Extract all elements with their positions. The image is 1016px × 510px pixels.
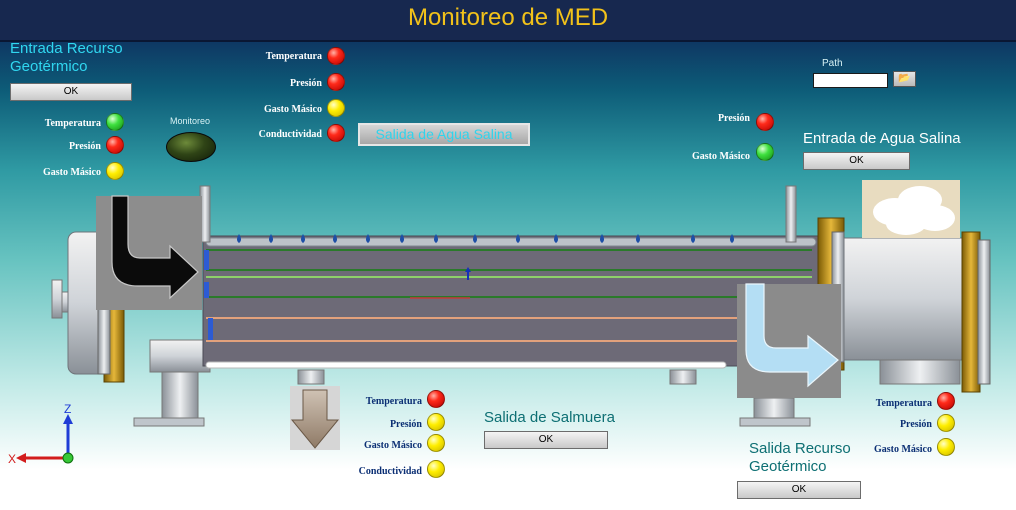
br-gasto-masico-indicator-icon <box>937 438 955 456</box>
salida-salmuera-ok-button[interactable]: OK <box>484 431 608 449</box>
br-temperatura-indicator-icon <box>937 392 955 410</box>
geothermal-inlet-arrow-icon <box>96 195 202 310</box>
bottom-presion-indicator-icon <box>427 413 445 431</box>
right-end-cap <box>817 217 991 393</box>
br-gasto-masico-label: Gasto Másico <box>873 444 932 455</box>
br-temperatura-label: Temperatura <box>875 398 932 409</box>
salida-salmuera-heading: Salida de Salmuera <box>484 409 615 426</box>
axis-triad-icon <box>16 414 74 464</box>
bottom-gasto-masico-label: Gasto Másico <box>363 440 422 451</box>
axis-z-label: Z <box>64 402 72 416</box>
geothermal-outlet-arrow-icon <box>737 283 841 398</box>
med-monitor-window: Monitoreo de MED Entrada Recurso Geotérm… <box>0 0 1016 510</box>
axis-x-label: X <box>8 452 17 466</box>
bottom-presion-label: Presión <box>389 419 422 430</box>
steam-cloud-icon <box>862 180 960 238</box>
salida-recurso-heading: Salida Recurso Geotérmico <box>749 440 851 475</box>
bottom-temperatura-indicator-icon <box>427 390 445 408</box>
salida-recurso-ok-button[interactable]: OK <box>737 481 861 499</box>
bottom-conductividad-indicator-icon <box>427 460 445 478</box>
shell-body <box>202 235 819 367</box>
br-presion-label: Presión <box>899 419 932 430</box>
bottom-conductividad-label: Conductividad <box>358 466 422 477</box>
bottom-temperatura-label: Temperatura <box>365 396 422 407</box>
bottom-gasto-masico-indicator-icon <box>427 434 445 452</box>
br-presion-indicator-icon <box>937 414 955 432</box>
